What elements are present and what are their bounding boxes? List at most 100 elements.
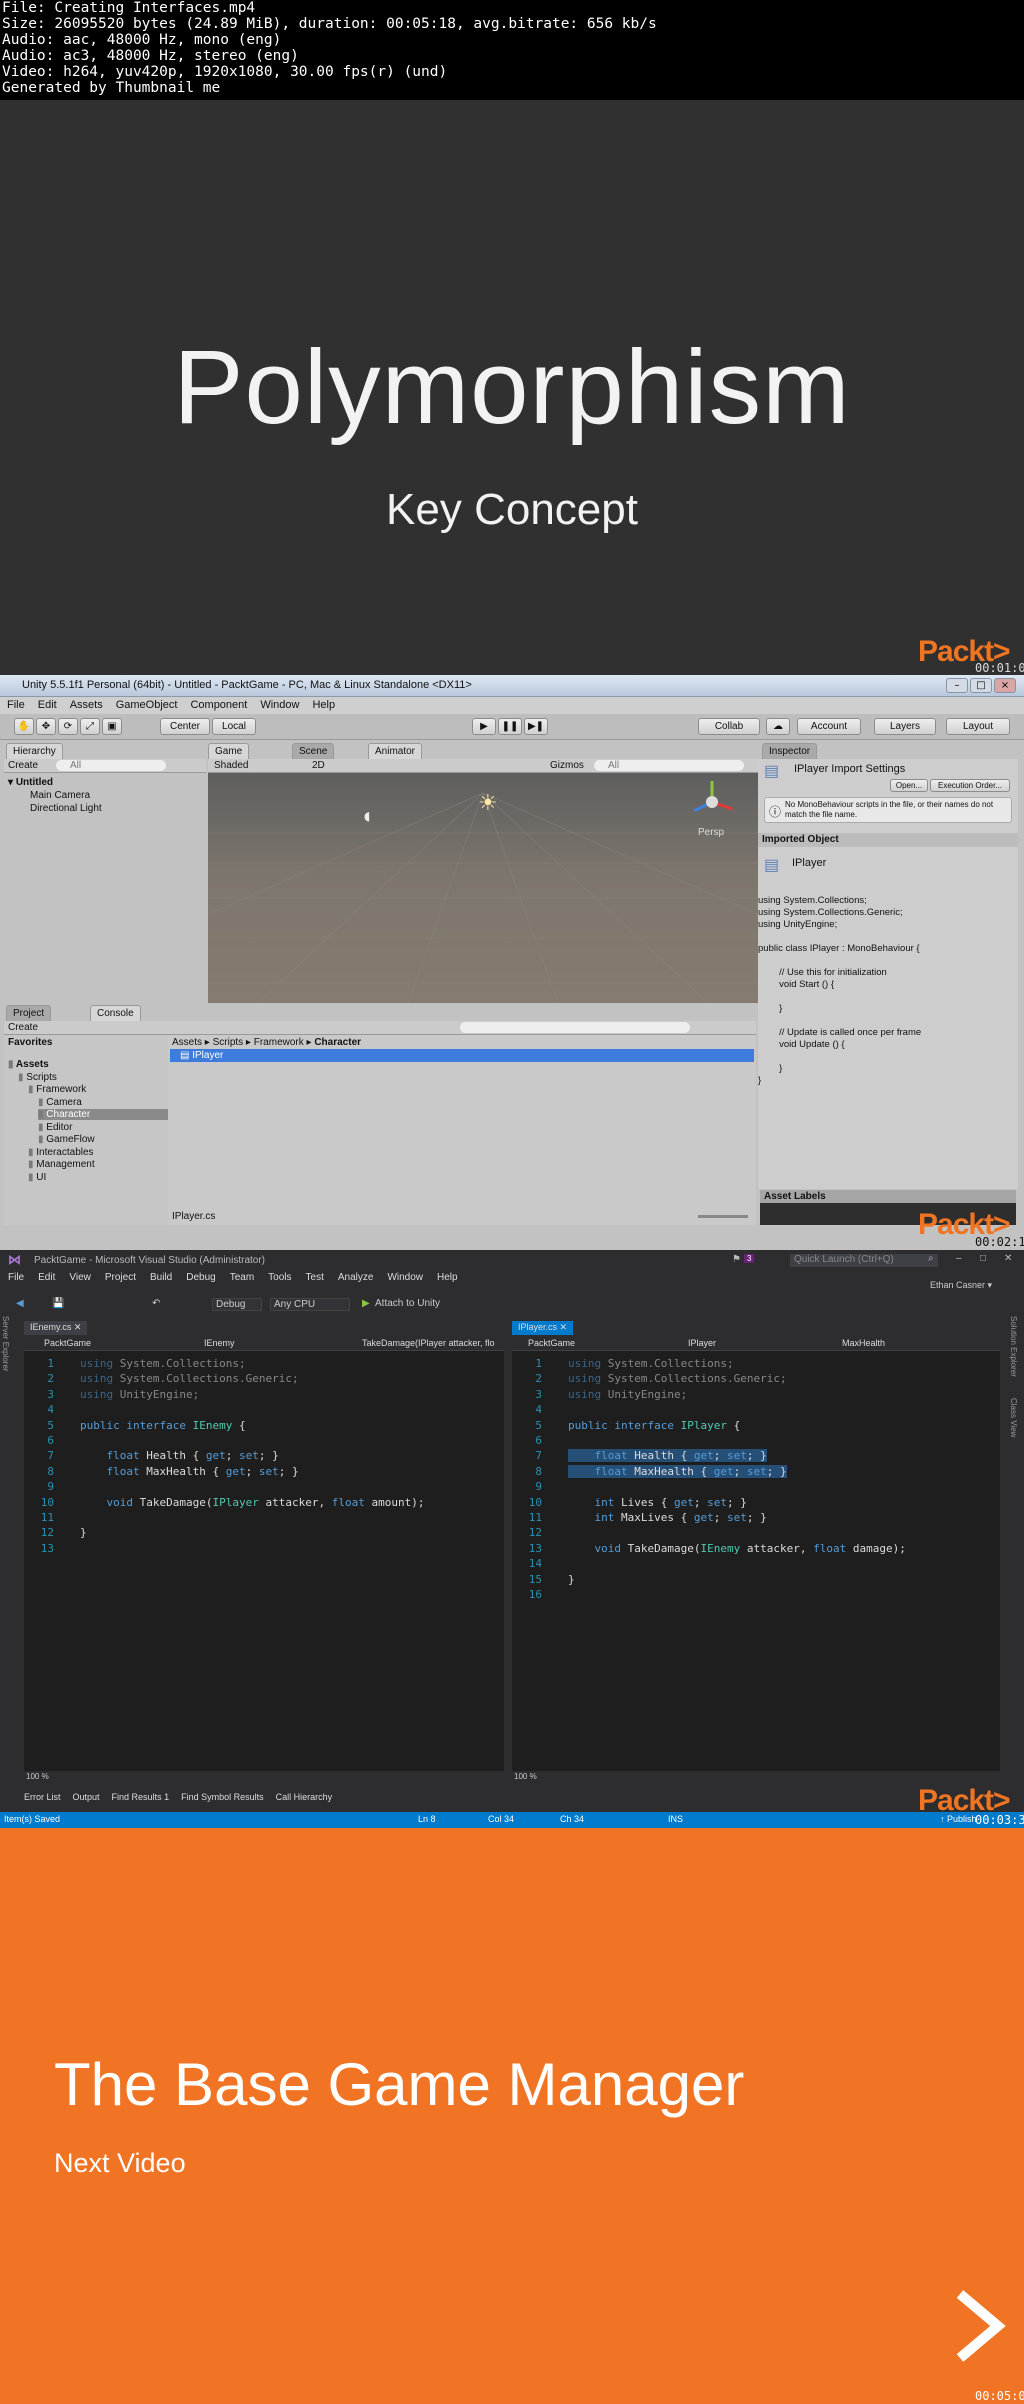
orientation-gizmo-icon[interactable] — [688, 779, 736, 825]
code-line[interactable]: } — [568, 1573, 575, 1586]
platform-dropdown[interactable]: Any CPU — [270, 1298, 350, 1311]
code-line[interactable]: void TakeDamage(IEnemy attacker, float d… — [568, 1542, 906, 1555]
menu-item-file[interactable]: File — [0, 1270, 30, 1283]
left-zoom[interactable]: 100 % — [24, 1772, 504, 1782]
code-line[interactable]: using System.Collections.Generic; — [568, 1372, 787, 1385]
menu-item-tools[interactable]: Tools — [260, 1270, 297, 1283]
account-dropdown[interactable]: Account — [797, 718, 861, 735]
close-button[interactable]: × — [994, 678, 1016, 693]
pivot-local-button[interactable]: Local — [212, 718, 256, 735]
code-line[interactable]: int Lives { get; set; } — [568, 1496, 747, 1509]
tab-iplayer-cs[interactable]: IPlayer.cs ✕ — [512, 1321, 574, 1335]
tab-scene[interactable]: Scene — [292, 743, 335, 759]
rect-tool-icon[interactable]: ▣ — [102, 718, 122, 735]
code-line[interactable]: float MaxHealth { get; set; } — [568, 1464, 787, 1478]
menu-item-debug[interactable]: Debug — [178, 1270, 221, 1283]
code-line[interactable]: public interface IPlayer { — [568, 1419, 740, 1432]
quick-launch-input[interactable]: Quick Launch (Ctrl+Q) — [790, 1254, 938, 1267]
camera-gizmo-icon[interactable]: ◖ — [364, 809, 370, 823]
attach-to-unity-button[interactable]: Attach to Unity — [375, 1298, 440, 1309]
class-view-tab[interactable]: Class View — [1006, 1398, 1018, 1478]
code-line[interactable]: using System.Collections.Generic; — [80, 1372, 299, 1385]
menu-item-window[interactable]: Window — [253, 697, 305, 711]
project-dropdown[interactable]: PacktGame — [44, 1338, 91, 1348]
hierarchy-item-main-camera[interactable]: Main Camera — [30, 790, 90, 801]
rotate-tool-icon[interactable]: ⟳ — [58, 718, 78, 735]
gizmos-dropdown[interactable]: Gizmos — [550, 760, 584, 771]
file-item-iplayer[interactable]: ▤ IPlayer — [170, 1049, 754, 1062]
execution-order-button[interactable]: Execution Order... — [930, 779, 1010, 792]
breadcrumb-item[interactable]: Character — [314, 1037, 361, 1048]
menu-item-view[interactable]: View — [61, 1270, 97, 1283]
menu-item-help[interactable]: Help — [429, 1270, 464, 1283]
menu-item-help[interactable]: Help — [305, 697, 341, 711]
tree-item-management[interactable]: ▮ Management — [28, 1159, 95, 1170]
tab-project[interactable]: Project — [6, 1005, 52, 1021]
member-dropdown[interactable]: TakeDamage(IPlayer attacker, flo — [362, 1338, 502, 1348]
right-code-editor[interactable]: 1 using System.Collections; 2 using System.… — [512, 1351, 1000, 1771]
hand-tool-icon[interactable]: ✋ — [14, 718, 34, 735]
project-create-button[interactable]: Create — [8, 1022, 38, 1033]
bottom-tab[interactable]: Output — [67, 1790, 106, 1802]
move-tool-icon[interactable]: ✥ — [36, 718, 56, 735]
light-gizmo-icon[interactable]: ☀ — [478, 791, 498, 816]
cloud-icon[interactable]: ☁ — [766, 718, 790, 735]
tree-item-character[interactable]: ▮ Character — [38, 1109, 168, 1120]
bottom-tab[interactable]: Find Results 1 — [106, 1790, 176, 1802]
menu-item-team[interactable]: Team — [222, 1270, 260, 1283]
code-line[interactable]: using UnityEngine; — [80, 1388, 199, 1401]
menu-item-project[interactable]: Project — [97, 1270, 142, 1283]
play-icon[interactable]: ▶ — [472, 718, 496, 735]
menu-item-edit[interactable]: Edit — [31, 697, 63, 711]
minimize-button[interactable]: – — [956, 1253, 962, 1264]
menu-item-component[interactable]: Component — [183, 697, 253, 711]
maximize-button[interactable]: □ — [980, 1253, 986, 1264]
hierarchy-search-input[interactable]: All — [56, 760, 166, 771]
bottom-tab[interactable]: Call Hierarchy — [270, 1790, 339, 1802]
tab-game[interactable]: Game — [208, 743, 250, 759]
undo-icon[interactable]: ↶ — [152, 1298, 160, 1309]
code-line[interactable]: float Health { get; set; } — [80, 1449, 279, 1462]
menu-item-assets[interactable]: Assets — [63, 697, 109, 711]
code-line[interactable]: float Health { get; set; } — [568, 1449, 767, 1463]
tree-item-scripts[interactable]: ▮ Scripts — [18, 1072, 57, 1083]
project-dropdown[interactable]: PacktGame — [528, 1338, 575, 1348]
breadcrumb-item[interactable]: Scripts — [213, 1037, 244, 1048]
search-icon[interactable]: ⌕ — [928, 1253, 934, 1264]
tab-console[interactable]: Console — [90, 1005, 141, 1021]
tree-item-editor[interactable]: ▮ Editor — [38, 1122, 72, 1133]
shaded-dropdown[interactable]: Shaded — [214, 760, 248, 771]
layout-dropdown[interactable]: Layout — [946, 718, 1010, 735]
code-line[interactable]: using System.Collections; — [80, 1357, 246, 1370]
right-zoom[interactable]: 100 % — [512, 1772, 1000, 1782]
code-line[interactable]: public interface IEnemy { — [80, 1419, 246, 1432]
type-dropdown[interactable]: IEnemy — [204, 1338, 235, 1348]
filter-icon[interactable]: ⚑ — [732, 1254, 741, 1265]
collab-dropdown[interactable]: Collab — [698, 718, 760, 735]
menu-item-analyze[interactable]: Analyze — [330, 1270, 380, 1283]
member-dropdown[interactable]: MaxHealth — [842, 1338, 885, 1348]
close-button[interactable]: ✕ — [1004, 1253, 1012, 1264]
scene-view[interactable]: ☀ ◖ Persp — [208, 773, 758, 1003]
scale-tool-icon[interactable]: ⤢ — [80, 718, 100, 735]
menu-item-file[interactable]: File — [0, 697, 31, 711]
favorites-node[interactable]: Favorites — [8, 1037, 52, 1048]
server-explorer-tab[interactable]: Server Explorer — [0, 1316, 10, 1716]
open-button[interactable]: Open... — [890, 779, 928, 792]
tree-item-interactables[interactable]: ▮ Interactables — [28, 1147, 94, 1158]
menu-item-edit[interactable]: Edit — [30, 1270, 61, 1283]
menu-item-build[interactable]: Build — [142, 1270, 178, 1283]
user-account[interactable]: Ethan Casner ▾ — [930, 1280, 992, 1291]
menu-item-test[interactable]: Test — [298, 1270, 330, 1283]
config-dropdown[interactable]: Debug — [212, 1298, 262, 1311]
tree-item-camera[interactable]: ▮ Camera — [38, 1097, 82, 1108]
breadcrumb-item[interactable]: Assets — [172, 1037, 202, 1048]
hierarchy-create-button[interactable]: Create — [8, 760, 38, 771]
code-line[interactable]: void TakeDamage(IPlayer attacker, float … — [80, 1496, 425, 1509]
bottom-tab[interactable]: Error List — [0, 1790, 67, 1802]
project-search-input[interactable] — [460, 1022, 690, 1033]
next-chevron-icon[interactable] — [952, 2290, 1006, 2362]
pause-icon[interactable]: ❚❚ — [498, 718, 522, 735]
code-line[interactable]: int MaxLives { get; set; } — [568, 1511, 767, 1524]
breadcrumb-item[interactable]: Framework — [254, 1037, 304, 1048]
